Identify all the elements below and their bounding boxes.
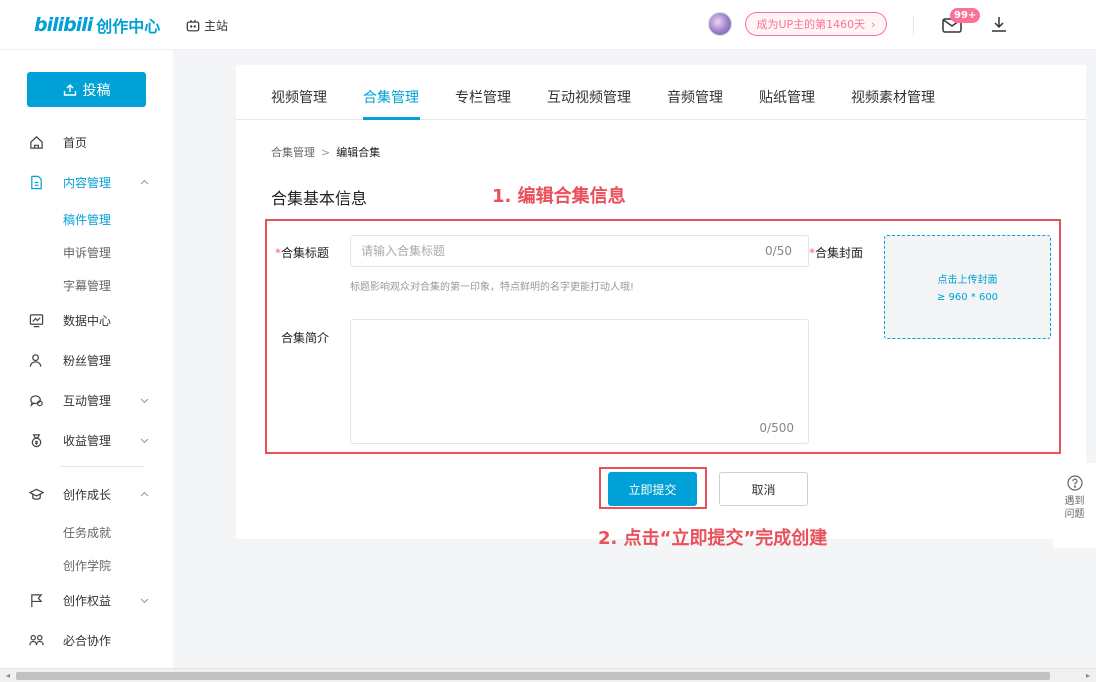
post-button[interactable]: 投稿 (27, 72, 146, 107)
sidebar: 投稿 首页 内容管理 稿件管理 申诉管理 字幕管理 数据中心 粉丝管理 互动管理… (0, 50, 173, 668)
sidebar-item-growth[interactable]: 创作成长 (0, 482, 173, 506)
annotation-step1: 1. 编辑合集信息 (492, 186, 626, 207)
home-link[interactable]: 主站 (186, 17, 228, 34)
sidebar-item-label: 粉丝管理 (63, 353, 112, 368)
graduation-cap-icon (28, 486, 44, 502)
sidebar-item-home[interactable]: 首页 (0, 130, 173, 154)
post-button-label: 投稿 (82, 82, 111, 99)
breadcrumb-parent[interactable]: 合集管理 (271, 146, 315, 159)
sidebar-sub-manuscripts[interactable]: 稿件管理 (63, 211, 111, 228)
sidebar-item-label: 创作权益 (63, 593, 112, 608)
tab-video-material[interactable]: 视频素材管理 (851, 87, 935, 107)
tab-video[interactable]: 视频管理 (271, 87, 327, 107)
monitor-chart-icon (28, 312, 44, 328)
sidebar-item-label: 数据中心 (63, 313, 112, 328)
logo[interactable]: bilibili 创作中心 (34, 13, 160, 37)
tab-bar: 视频管理 合集管理 专栏管理 互动视频管理 音频管理 贴纸管理 视频素材管理 (236, 65, 1086, 120)
sidebar-item-label: 收益管理 (63, 433, 112, 448)
sidebar-sub-subtitles[interactable]: 字幕管理 (63, 277, 111, 294)
up-days-text: 成为UP主的第1460天 (756, 18, 866, 31)
message-count-badge: 99+ (950, 8, 981, 23)
annotation-box-submit (599, 467, 707, 509)
sidebar-item-label: 必合协作 (63, 633, 112, 648)
chevron-right-icon: › (871, 17, 876, 31)
tab-interactive-video[interactable]: 互动视频管理 (547, 87, 631, 107)
help-label: 遇到问题 (1064, 496, 1085, 520)
chevron-down-icon (140, 598, 149, 603)
sidebar-item-data[interactable]: 数据中心 (0, 308, 173, 332)
top-bar: bilibili 创作中心 主站 成为UP主的第1460天 › 99+ (0, 0, 1096, 50)
logo-text: 创作中心 (96, 17, 161, 36)
cancel-button[interactable]: 取消 (719, 472, 808, 506)
flag-icon (28, 592, 44, 608)
group-icon (28, 632, 44, 648)
sidebar-item-rights[interactable]: 创作权益 (0, 588, 173, 612)
upload-icon (63, 83, 76, 96)
sidebar-item-label: 内容管理 (63, 175, 112, 190)
sidebar-sub-tasks[interactable]: 任务成就 (63, 524, 111, 541)
tab-column[interactable]: 专栏管理 (455, 87, 511, 107)
user-icon (28, 352, 44, 368)
annotation-step2: 2. 点击“立即提交”完成创建 (598, 528, 828, 549)
avatar[interactable] (708, 12, 732, 36)
sidebar-item-label: 互动管理 (63, 393, 112, 408)
scroll-right-icon[interactable]: ▸ (1083, 671, 1093, 681)
home-icon (28, 134, 44, 150)
breadcrumb-separator: > (321, 146, 331, 159)
document-icon (28, 174, 44, 190)
scroll-left-icon[interactable]: ◂ (3, 671, 13, 681)
sidebar-item-interact[interactable]: 互动管理 (0, 388, 173, 412)
sidebar-sub-appeals[interactable]: 申诉管理 (63, 244, 111, 261)
money-bag-icon (28, 432, 44, 448)
breadcrumb: 合集管理 > 编辑合集 (271, 144, 380, 160)
logo-mark: bilibili (34, 14, 93, 36)
sidebar-item-income[interactable]: 收益管理 (0, 428, 173, 452)
chat-icon (28, 392, 44, 408)
breadcrumb-current: 编辑合集 (336, 146, 381, 159)
chevron-up-icon (140, 491, 149, 496)
section-title: 合集基本信息 (271, 189, 368, 208)
tv-icon (186, 19, 200, 31)
annotation-box-form (265, 219, 1061, 454)
up-days-badge[interactable]: 成为UP主的第1460天 › (745, 12, 887, 36)
horizontal-scrollbar[interactable]: ◂ ▸ (0, 668, 1096, 682)
chevron-up-icon (140, 179, 149, 184)
chevron-down-icon (140, 438, 149, 443)
help-widget[interactable]: 遇到问题 (1053, 463, 1096, 548)
question-icon (1066, 475, 1083, 491)
tab-collection[interactable]: 合集管理 (363, 87, 419, 107)
sidebar-item-fans[interactable]: 粉丝管理 (0, 348, 173, 372)
divider (913, 15, 914, 35)
scrollbar-thumb[interactable] (16, 672, 1050, 680)
tab-audio[interactable]: 音频管理 (667, 87, 723, 107)
download-icon[interactable] (990, 14, 1008, 34)
home-link-label: 主站 (204, 19, 229, 33)
tab-stickers[interactable]: 贴纸管理 (759, 87, 815, 107)
chevron-down-icon (140, 398, 149, 403)
sidebar-sub-academy[interactable]: 创作学院 (63, 557, 111, 574)
sidebar-item-content[interactable]: 内容管理 (0, 170, 173, 194)
sidebar-item-collab[interactable]: 必合协作 (0, 628, 173, 652)
sidebar-item-label: 首页 (63, 135, 88, 150)
sidebar-item-label: 创作成长 (63, 487, 112, 502)
sidebar-divider (60, 466, 144, 467)
tab-active-indicator (363, 117, 420, 120)
